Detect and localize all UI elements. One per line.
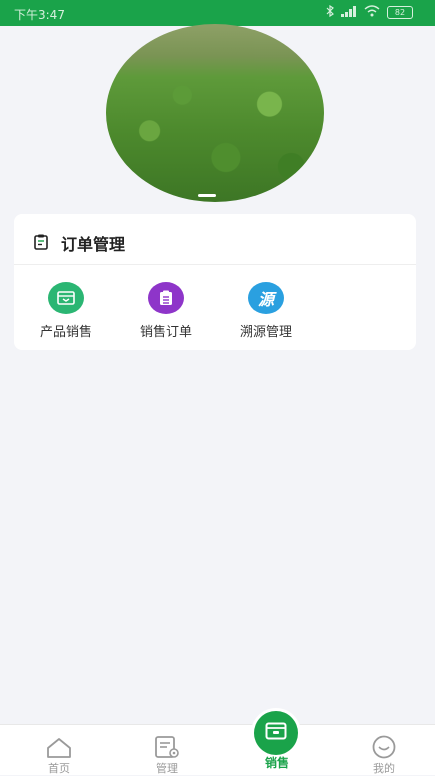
sales-order-label: 销售订单 bbox=[139, 325, 192, 340]
sales-order-button[interactable]: 销售订单 bbox=[126, 282, 206, 340]
trace-icon: 源 bbox=[248, 282, 284, 314]
trace-glyph: 源 bbox=[257, 290, 274, 309]
card-header: 订单管理 bbox=[14, 214, 416, 265]
tab-manage[interactable]: 管理 bbox=[137, 731, 197, 776]
signal-icon bbox=[341, 5, 357, 20]
bottom-tab-bar: 首页 管理 我的 bbox=[0, 724, 435, 775]
clipboard-list-icon bbox=[148, 282, 184, 314]
product-sales-label: 产品销售 bbox=[39, 325, 92, 340]
status-icons: 82 bbox=[326, 4, 413, 20]
box-icon bbox=[48, 282, 84, 314]
carousel-indicator bbox=[198, 194, 216, 197]
traceability-label: 溯源管理 bbox=[239, 325, 292, 340]
card-title: 订单管理 bbox=[61, 235, 126, 254]
bluetooth-icon bbox=[326, 4, 334, 20]
banner-carousel[interactable] bbox=[106, 24, 324, 202]
wifi-icon bbox=[364, 5, 380, 20]
tab-home[interactable]: 首页 bbox=[29, 731, 89, 776]
sales-box-icon bbox=[265, 722, 287, 744]
home-icon bbox=[29, 731, 89, 759]
product-sales-button[interactable]: 产品销售 bbox=[26, 282, 106, 340]
smile-icon bbox=[354, 731, 414, 759]
status-bar: 下午3:47 82 bbox=[0, 0, 435, 26]
tab-sales-label: 销售 bbox=[264, 756, 289, 770]
tab-sales[interactable] bbox=[254, 711, 298, 755]
manage-icon bbox=[137, 731, 197, 759]
order-management-card: 订单管理 产品销售 销售订单 源 溯源管理 bbox=[14, 214, 416, 350]
traceability-button[interactable]: 源 溯源管理 bbox=[226, 282, 306, 340]
status-time: 下午3:47 bbox=[14, 8, 65, 22]
clipboard-icon bbox=[34, 234, 48, 254]
tab-mine[interactable]: 我的 bbox=[354, 731, 414, 776]
battery-icon: 82 bbox=[387, 6, 413, 19]
